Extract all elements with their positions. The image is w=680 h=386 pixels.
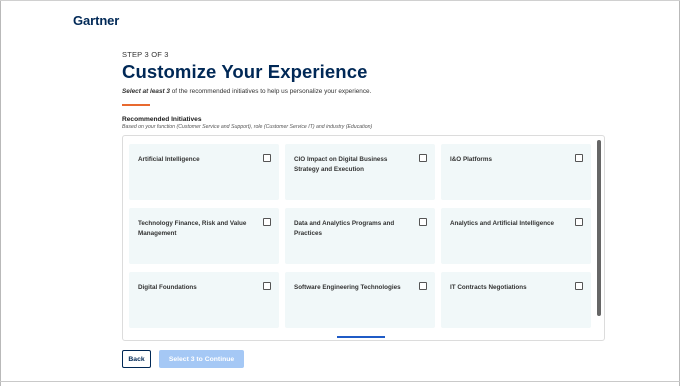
- initiative-card[interactable]: I&O Platforms: [441, 144, 591, 200]
- initiatives-scrollbar[interactable]: [597, 140, 601, 336]
- step-indicator: STEP 3 OF 3: [122, 50, 169, 59]
- initiative-card[interactable]: Digital Foundations: [129, 272, 279, 328]
- back-button[interactable]: Back: [122, 350, 151, 368]
- initiative-label: Data and Analytics Programs and Practice…: [294, 220, 395, 237]
- initiative-label: Technology Finance, Risk and Value Manag…: [138, 220, 247, 237]
- initiative-card[interactable]: IT Contracts Negotiations: [441, 272, 591, 328]
- initiative-label: Analytics and Artificial Intelligence: [450, 220, 555, 227]
- initiative-checkbox[interactable]: [575, 282, 583, 290]
- initiative-card[interactable]: Technology Finance, Risk and Value Manag…: [129, 208, 279, 264]
- window-top-border: [0, 0, 680, 1]
- accent-divider: [122, 104, 150, 106]
- gartner-logo[interactable]: Gartner: [73, 13, 119, 28]
- initiative-card[interactable]: CIO Impact on Digital Business Strategy …: [285, 144, 435, 200]
- initiatives-grid: Artificial Intelligence CIO Impact on Di…: [129, 144, 591, 328]
- page-title: Customize Your Experience: [122, 61, 368, 82]
- window-bottom-border: [0, 381, 680, 382]
- initiative-label: Software Engineering Technologies: [294, 284, 401, 291]
- initiative-checkbox[interactable]: [575, 218, 583, 226]
- initiative-label: Digital Foundations: [138, 284, 197, 291]
- scroll-position-indicator: [337, 336, 385, 338]
- subtitle-text: of the recommended initiatives to help u…: [169, 88, 372, 95]
- initiative-label: I&O Platforms: [450, 156, 492, 163]
- initiative-checkbox[interactable]: [419, 282, 427, 290]
- initiative-card[interactable]: Software Engineering Technologies: [285, 272, 435, 328]
- recommended-basis: Based on your function (Customer Service…: [122, 124, 373, 130]
- window-left-border: [0, 0, 1, 386]
- continue-button[interactable]: Select 3 to Continue: [159, 350, 244, 368]
- initiative-checkbox[interactable]: [263, 282, 271, 290]
- initiative-card[interactable]: Data and Analytics Programs and Practice…: [285, 208, 435, 264]
- scrollbar-thumb[interactable]: [597, 140, 601, 316]
- initiatives-panel: Artificial Intelligence CIO Impact on Di…: [122, 135, 605, 341]
- recommended-heading: Recommended Initiatives: [122, 116, 202, 123]
- initiative-checkbox[interactable]: [575, 154, 583, 162]
- initiative-checkbox[interactable]: [263, 218, 271, 226]
- initiative-checkbox[interactable]: [419, 154, 427, 162]
- page-subtitle: Select at least 3 of the recommended ini…: [122, 88, 371, 95]
- initiative-card[interactable]: Artificial Intelligence: [129, 144, 279, 200]
- initiative-label: Artificial Intelligence: [138, 156, 200, 163]
- initiative-label: CIO Impact on Digital Business Strategy …: [294, 156, 388, 173]
- initiative-label: IT Contracts Negotiations: [450, 284, 527, 291]
- subtitle-emphasis: Select at least 3: [122, 88, 170, 95]
- initiative-card[interactable]: Analytics and Artificial Intelligence: [441, 208, 591, 264]
- initiative-checkbox[interactable]: [263, 154, 271, 162]
- initiative-checkbox[interactable]: [419, 218, 427, 226]
